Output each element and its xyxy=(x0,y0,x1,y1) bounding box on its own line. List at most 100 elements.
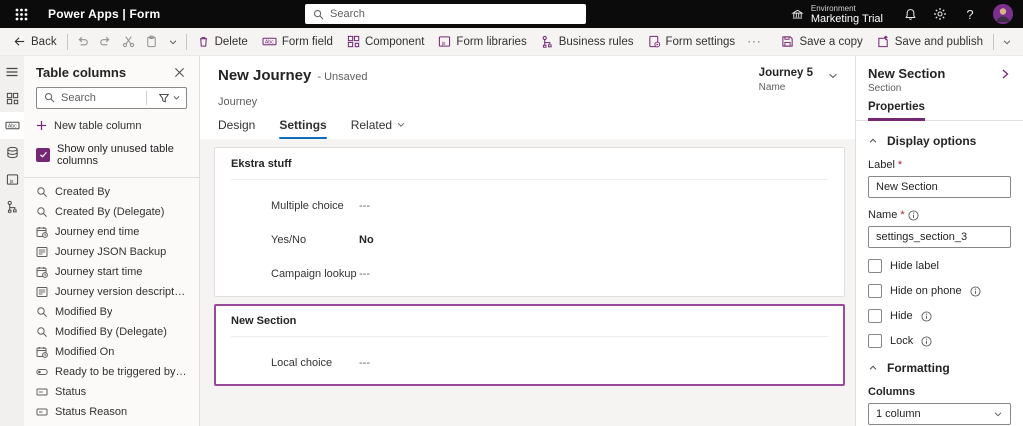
divider xyxy=(146,90,147,105)
chevron-down-icon xyxy=(396,120,406,130)
divider xyxy=(66,33,68,50)
info-icon xyxy=(921,335,932,347)
table-column-item[interactable]: Trigger type xyxy=(24,422,199,426)
plus-icon xyxy=(36,120,47,131)
choice-icon xyxy=(36,386,48,398)
filter-funnel-icon xyxy=(158,92,170,104)
form-field-row[interactable]: Yes/No No xyxy=(231,234,828,246)
cut-button[interactable] xyxy=(117,30,140,54)
save-and-publish-button[interactable]: Save and publish xyxy=(870,30,990,54)
expand-chevron-right-icon[interactable] xyxy=(999,68,1011,80)
undo-icon xyxy=(76,35,89,48)
form-field-row[interactable]: Multiple choice --- xyxy=(231,200,828,212)
user-avatar[interactable] xyxy=(993,4,1013,24)
new-table-column-button[interactable]: New table column xyxy=(36,120,187,132)
form-field-row[interactable]: Local choice --- xyxy=(231,357,828,369)
formatting-header[interactable]: Formatting xyxy=(868,361,1011,375)
form-field-button[interactable]: Abc Form field xyxy=(255,30,340,54)
close-panel-icon[interactable] xyxy=(172,65,187,80)
table-columns-panel-icon[interactable]: Abc xyxy=(0,112,24,139)
header-chevron-down-icon[interactable] xyxy=(827,70,839,82)
clipboard-dropdown-chevron[interactable] xyxy=(163,30,183,54)
form-section-card[interactable]: New Section Local choice --- xyxy=(214,304,845,386)
business-rules-button[interactable]: Business rules xyxy=(534,30,641,54)
form-title: New Journey xyxy=(218,67,312,84)
undo-button[interactable] xyxy=(71,30,94,54)
form-settings-button[interactable]: Form settings xyxy=(641,30,743,54)
hamburger-menu-icon[interactable] xyxy=(0,58,24,85)
table-column-item[interactable]: Ready to be triggered by segment r... xyxy=(24,362,199,382)
save-options-chevron[interactable] xyxy=(997,30,1017,54)
table-column-item[interactable]: Modified On xyxy=(24,342,199,362)
data-sources-icon[interactable] xyxy=(0,139,24,166)
field-value: --- xyxy=(359,200,370,212)
label-input[interactable] xyxy=(868,176,1011,198)
search-icon xyxy=(313,9,324,20)
environment-label: Environment xyxy=(810,3,856,13)
checkbox[interactable] xyxy=(868,309,882,323)
component-button[interactable]: Component xyxy=(340,30,431,54)
back-button[interactable]: Back xyxy=(6,30,64,54)
table-column-item[interactable]: Created By (Delegate) xyxy=(24,202,199,222)
divider xyxy=(231,179,828,180)
checkbox-hide[interactable]: Hide xyxy=(868,309,1011,323)
properties-panel: New Section Section Properties Display o… xyxy=(855,56,1023,426)
paste-button[interactable] xyxy=(140,30,163,54)
collapse-chevron-up-icon xyxy=(868,136,878,146)
tab-design[interactable]: Design xyxy=(218,118,255,139)
datetime-icon xyxy=(36,266,48,278)
form-unsaved-status: - Unsaved xyxy=(317,71,368,83)
checkbox-hide-label[interactable]: Hide label xyxy=(868,259,1011,273)
notifications-icon[interactable] xyxy=(897,0,923,28)
table-column-item[interactable]: Status xyxy=(24,382,199,402)
save-a-copy-button[interactable]: Save a copy xyxy=(774,30,869,54)
redo-button[interactable] xyxy=(94,30,117,54)
components-panel-icon[interactable] xyxy=(0,85,24,112)
table-column-item[interactable]: Status Reason xyxy=(24,402,199,422)
tab-related[interactable]: Related xyxy=(351,118,406,139)
tab-settings[interactable]: Settings xyxy=(279,118,328,139)
checkbox-checked-icon[interactable] xyxy=(36,147,50,162)
app-title: Power Apps | Form xyxy=(48,7,161,21)
name-input[interactable] xyxy=(868,226,1011,248)
table-column-item[interactable]: Modified By (Delegate) xyxy=(24,322,199,342)
columns-select[interactable]: 1 column xyxy=(868,403,1011,425)
environment-picker[interactable]: Environment Marketing Trial xyxy=(781,4,893,25)
delete-button[interactable]: Delete xyxy=(190,30,255,54)
overflow-menu-button[interactable]: ··· xyxy=(742,30,767,54)
form-settings-icon xyxy=(648,35,661,48)
divider xyxy=(231,336,828,337)
checkbox-hide-on-phone[interactable]: Hide on phone xyxy=(868,284,1011,298)
checkbox[interactable] xyxy=(868,284,882,298)
tree-view-icon[interactable] xyxy=(0,193,24,220)
form-libraries-button[interactable]: js Form libraries xyxy=(431,30,533,54)
filter-button[interactable] xyxy=(153,88,186,108)
columns-search-input[interactable]: Search xyxy=(36,87,187,109)
tab-properties[interactable]: Properties xyxy=(868,101,925,121)
search-icon xyxy=(44,92,55,103)
table-column-item[interactable]: Created By xyxy=(24,182,199,202)
search-placeholder: Search xyxy=(330,8,365,20)
waffle-menu-icon[interactable] xyxy=(6,0,36,28)
table-column-item[interactable]: Journey end time xyxy=(24,222,199,242)
field-value: --- xyxy=(359,357,370,369)
checkbox-lock[interactable]: Lock xyxy=(868,334,1011,348)
checkbox[interactable] xyxy=(868,334,882,348)
form-field-row[interactable]: Campaign lookup --- xyxy=(231,268,828,280)
show-unused-columns-checkbox[interactable]: Show only unused table columns xyxy=(36,143,187,167)
table-column-item[interactable]: Journey version description xyxy=(24,282,199,302)
environment-icon xyxy=(791,8,804,21)
table-column-item[interactable]: Journey start time xyxy=(24,262,199,282)
help-icon[interactable]: ? xyxy=(957,0,983,28)
form-libraries-panel-icon[interactable]: js xyxy=(0,166,24,193)
settings-gear-icon[interactable] xyxy=(927,0,953,28)
form-section-card[interactable]: Ekstra stuff Multiple choice --- Yes/No … xyxy=(214,147,845,297)
header-field-value: Journey 5 xyxy=(758,67,813,79)
label-field-label: Label * xyxy=(868,159,903,171)
table-column-item[interactable]: Journey JSON Backup xyxy=(24,242,199,262)
display-options-header[interactable]: Display options xyxy=(868,134,1011,148)
checkbox[interactable] xyxy=(868,259,882,273)
table-column-item[interactable]: Modified By xyxy=(24,302,199,322)
redo-icon xyxy=(99,35,112,48)
global-search-input[interactable]: Search xyxy=(305,4,586,24)
